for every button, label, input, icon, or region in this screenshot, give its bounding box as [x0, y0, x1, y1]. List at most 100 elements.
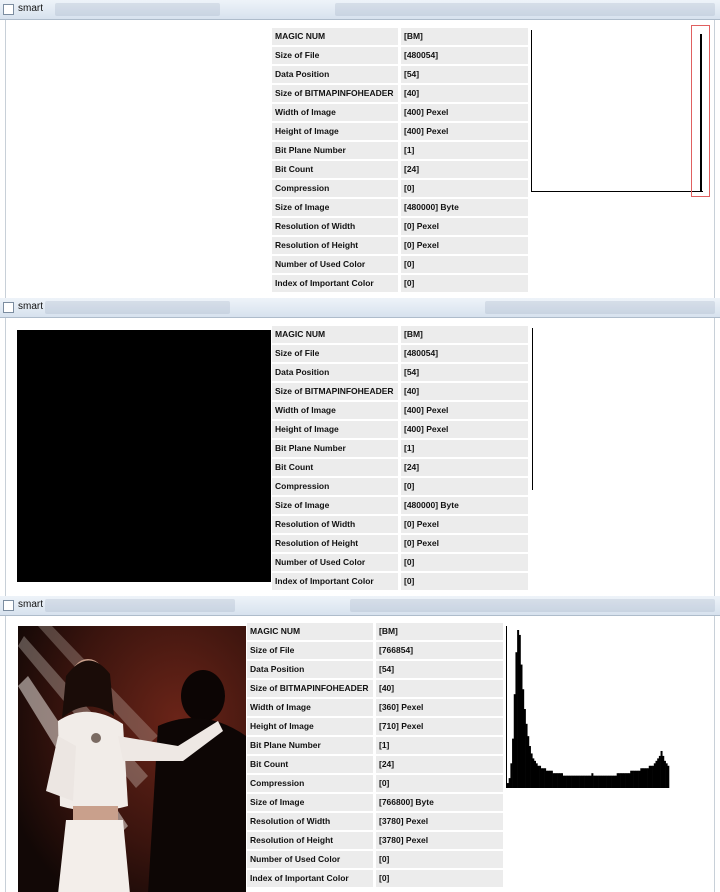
info-label: Size of BITMAPINFOHEADER	[272, 383, 398, 400]
info-value: [766854]	[376, 642, 503, 659]
info-label: Height of Image	[272, 421, 398, 438]
info-value: [54]	[401, 364, 528, 381]
info-value: [24]	[376, 756, 503, 773]
info-row: Resolution of Height [3780] Pexel	[247, 832, 503, 849]
info-row: Resolution of Width [3780] Pexel	[247, 813, 503, 830]
info-label: Resolution of Height	[272, 237, 398, 254]
window-1: smart MAGIC NUM [BM] Size of File [480054]…	[0, 0, 720, 298]
title-bar[interactable]: smart	[0, 596, 720, 616]
info-row: Data Position [54]	[247, 661, 503, 678]
info-value: [480000] Byte	[401, 497, 528, 514]
title-bar[interactable]: smart	[0, 0, 720, 20]
info-value: [BM]	[401, 326, 528, 343]
info-row: Compression [0]	[272, 478, 528, 495]
window-title: smart	[18, 599, 43, 610]
info-value: [480054]	[401, 47, 528, 64]
info-label: Size of File	[247, 642, 373, 659]
info-label: Height of Image	[272, 123, 398, 140]
info-row: Bit Count [24]	[247, 756, 503, 773]
info-label: Compression	[272, 478, 398, 495]
info-value: [0]	[401, 478, 528, 495]
info-value: [480054]	[401, 345, 528, 362]
info-value: [0]	[376, 775, 503, 792]
app-icon	[3, 302, 14, 313]
histogram-y-axis	[531, 30, 532, 192]
info-row: Width of Image [400] Pexel	[272, 104, 528, 121]
info-label: Data Position	[272, 66, 398, 83]
info-row: Size of BITMAPINFOHEADER [40]	[272, 383, 528, 400]
info-row: Index of Important Color [0]	[272, 573, 528, 590]
info-row: Size of Image [480000] Byte	[272, 497, 528, 514]
info-row: Bit Plane Number [1]	[247, 737, 503, 754]
window-2: smart MAGIC NUM [BM] Size of File [480054]…	[0, 298, 720, 596]
info-row: Number of Used Color [0]	[272, 554, 528, 571]
window-body: MAGIC NUM [BM] Size of File [766854] Data …	[5, 616, 715, 892]
window-body: MAGIC NUM [BM] Size of File [480054] Data …	[5, 318, 715, 596]
info-row: Height of Image [710] Pexel	[247, 718, 503, 735]
info-value: [54]	[376, 661, 503, 678]
background-taskbar-strip	[45, 301, 230, 314]
info-row: Number of Used Color [0]	[247, 851, 503, 868]
info-row: Width of Image [400] Pexel	[272, 402, 528, 419]
info-value: [40]	[401, 383, 528, 400]
info-row: Resolution of Width [0] Pexel	[272, 516, 528, 533]
background-toolbar-strip	[485, 301, 715, 314]
info-value: [400] Pexel	[401, 123, 528, 140]
info-row: Index of Important Color [0]	[272, 275, 528, 292]
info-label: Compression	[247, 775, 373, 792]
info-value: [0] Pexel	[401, 516, 528, 533]
histogram-y-axis	[532, 328, 533, 490]
info-label: Bit Count	[272, 459, 398, 476]
app-icon	[3, 600, 14, 611]
info-label: Size of Image	[247, 794, 373, 811]
info-value: [1]	[401, 440, 528, 457]
info-label: Number of Used Color	[247, 851, 373, 868]
info-row: Index of Important Color [0]	[247, 870, 503, 887]
info-value: [400] Pexel	[401, 104, 528, 121]
info-row: Bit Count [24]	[272, 161, 528, 178]
info-label: Size of BITMAPINFOHEADER	[272, 85, 398, 102]
info-label: Size of Image	[272, 497, 398, 514]
info-row: MAGIC NUM [BM]	[247, 623, 503, 640]
info-label: Resolution of Height	[272, 535, 398, 552]
info-row: Resolution of Height [0] Pexel	[272, 535, 528, 552]
info-label: Size of Image	[272, 199, 398, 216]
info-row: Size of File [766854]	[247, 642, 503, 659]
info-row: Height of Image [400] Pexel	[272, 123, 528, 140]
info-value: [1]	[376, 737, 503, 754]
histogram-area	[506, 626, 676, 791]
info-value: [0]	[401, 256, 528, 273]
info-row: Number of Used Color [0]	[272, 256, 528, 273]
info-value: [24]	[401, 459, 528, 476]
info-label: Size of BITMAPINFOHEADER	[247, 680, 373, 697]
title-bar[interactable]: smart	[0, 298, 720, 318]
info-label: Bit Count	[272, 161, 398, 178]
loaded-image	[17, 330, 271, 582]
info-label: Index of Important Color	[272, 573, 398, 590]
info-label: MAGIC NUM	[272, 28, 398, 45]
info-value: [0] Pexel	[401, 535, 528, 552]
histogram-bar	[667, 765, 670, 788]
info-row: Size of File [480054]	[272, 47, 528, 64]
info-value: [1]	[401, 142, 528, 159]
window-body: MAGIC NUM [BM] Size of File [480054] Data …	[5, 20, 715, 298]
info-value: [24]	[401, 161, 528, 178]
info-row: Size of Image [480000] Byte	[272, 199, 528, 216]
info-label: Index of Important Color	[272, 275, 398, 292]
info-value: [40]	[376, 680, 503, 697]
info-value: [40]	[401, 85, 528, 102]
info-label: Number of Used Color	[272, 554, 398, 571]
info-row: Data Position [54]	[272, 364, 528, 381]
info-row: Size of BITMAPINFOHEADER [40]	[247, 680, 503, 697]
info-row: Bit Plane Number [1]	[272, 142, 528, 159]
info-value: [710] Pexel	[376, 718, 503, 735]
window-title: smart	[18, 301, 43, 312]
info-value: [400] Pexel	[401, 421, 528, 438]
info-row: MAGIC NUM [BM]	[272, 326, 528, 343]
info-value: [480000] Byte	[401, 199, 528, 216]
info-row: Data Position [54]	[272, 66, 528, 83]
info-label: Height of Image	[247, 718, 373, 735]
info-row: Resolution of Width [0] Pexel	[272, 218, 528, 235]
info-label: Size of File	[272, 345, 398, 362]
info-label: Bit Plane Number	[272, 440, 398, 457]
